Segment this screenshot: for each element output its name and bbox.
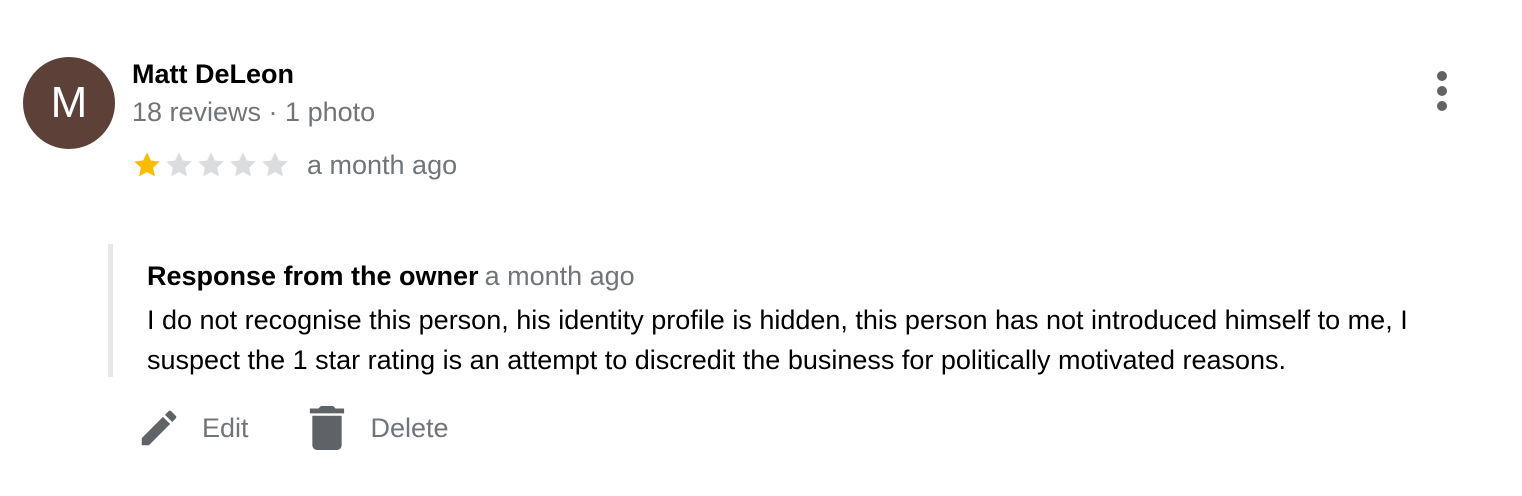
star-filled-icon: [134, 152, 160, 177]
rating-row: a month ago: [131, 148, 457, 182]
delete-label: Delete: [370, 412, 449, 443]
star-empty-icon: [230, 152, 256, 177]
more-vert-icon: [1437, 71, 1447, 111]
response-text: I do not recognise this person, his iden…: [147, 305, 1408, 375]
response-actions: Edit Delete: [136, 404, 449, 452]
author-name[interactable]: Matt DeLeon: [132, 58, 294, 90]
review-date: a month ago: [307, 150, 458, 180]
star-empty-icon: [198, 152, 224, 177]
owner-response: Response from the owner a month ago I do …: [108, 244, 1503, 377]
pencil-icon: [141, 410, 177, 446]
edit-label: Edit: [202, 412, 249, 443]
star-empty-icon: [166, 152, 192, 177]
avatar[interactable]: M: [23, 57, 115, 149]
more-options-button[interactable]: [1426, 68, 1458, 114]
star-empty-icon: [262, 152, 288, 177]
response-title: Response from the owner: [147, 261, 479, 291]
review-card: M Matt DeLeon 18 reviews · 1 photo a mon…: [0, 0, 1522, 496]
author-meta: 18 reviews · 1 photo: [132, 97, 376, 127]
trash-icon: [309, 406, 344, 450]
edit-button[interactable]: Edit: [136, 405, 249, 451]
response-date: a month ago: [484, 261, 635, 291]
response-header: Response from the owner a month ago: [147, 260, 635, 297]
star-rating: [131, 149, 291, 181]
delete-button[interactable]: Delete: [309, 406, 449, 450]
